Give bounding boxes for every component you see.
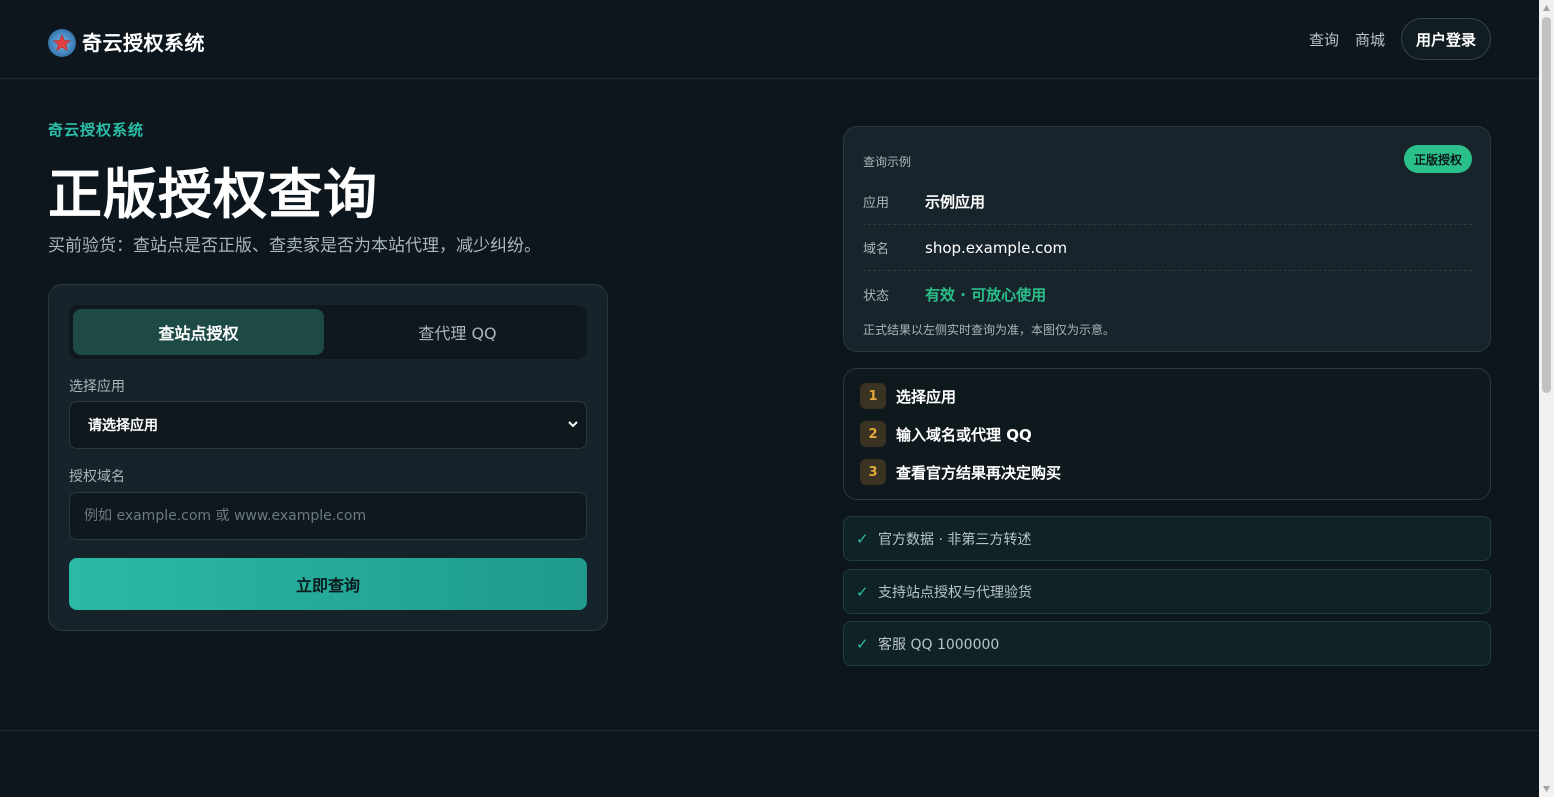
- app-select-value: 请选择应用: [88, 418, 158, 434]
- hero-eyebrow: 奇云授权系统: [48, 121, 145, 139]
- app-select[interactable]: 请选择应用: [69, 401, 587, 449]
- step-text: 查看官方结果再决定购买: [896, 463, 1062, 482]
- scroll-up-arrow-icon[interactable]: [1542, 4, 1551, 12]
- page-scrollbar[interactable]: [1539, 0, 1554, 797]
- example-row-domain: 域名 shop.example.com: [863, 225, 1472, 271]
- login-button[interactable]: 用户登录: [1400, 18, 1491, 60]
- hero-subtitle: 买前验货：查站点是否正版、查卖家是否为本站代理，减少纠纷。: [48, 236, 541, 256]
- feature-text: 官方数据 · 非第三方转述: [878, 531, 1032, 548]
- step-item: 1 选择应用: [860, 383, 956, 409]
- top-nav: 查询 商城 用户登录: [1309, 18, 1491, 60]
- logo-text: 奇云授权系统: [82, 30, 205, 55]
- step-number: 2: [860, 421, 886, 447]
- logo[interactable]: 奇云授权系统: [48, 25, 205, 57]
- step-text: 选择应用: [896, 387, 957, 406]
- query-tabs: 查站点授权 查代理 QQ: [69, 305, 587, 359]
- example-card: 查询示例 正版授权 应用 示例应用 域名 shop.example.com 状态…: [843, 126, 1491, 352]
- feature-item: ✓ 支持站点授权与代理验货: [843, 569, 1491, 614]
- check-icon: ✓: [856, 582, 869, 601]
- step-item: 3 查看官方结果再决定购买: [860, 459, 1061, 485]
- example-value: shop.example.com: [925, 238, 1068, 257]
- status-badge: 正版授权: [1403, 145, 1472, 173]
- nav-query-link[interactable]: 查询: [1309, 29, 1339, 50]
- example-key: 应用: [863, 196, 890, 211]
- example-row-status: 状态 有效 · 可放心使用: [863, 271, 1472, 317]
- step-text: 输入域名或代理 QQ: [896, 425, 1032, 444]
- step-number: 1: [860, 383, 886, 409]
- page: 奇云授权系统 查询 商城 用户登录 奇云授权系统 正版授权查询 买前验货：查站点…: [0, 0, 1539, 797]
- feature-item: ✓ 客服 QQ 1000000: [843, 621, 1491, 666]
- app-select-label: 选择应用: [69, 379, 125, 395]
- steps-card: 1 选择应用 2 输入域名或代理 QQ 3 查看官方结果再决定购买: [843, 368, 1491, 500]
- example-note: 正式结果以左侧实时查询为准，本图仅为示意。: [863, 323, 1116, 337]
- page-title: 正版授权查询: [48, 163, 378, 226]
- scroll-down-arrow-icon[interactable]: [1542, 785, 1551, 793]
- scrollbar-thumb[interactable]: [1542, 17, 1551, 393]
- nav-shop-link[interactable]: 商城: [1355, 29, 1385, 50]
- example-key: 域名: [863, 242, 890, 257]
- top-header: 奇云授权系统 查询 商城 用户登录: [0, 0, 1539, 79]
- feature-item: ✓ 官方数据 · 非第三方转述: [843, 516, 1491, 561]
- chevron-down-icon: [568, 421, 578, 428]
- star-logo-icon: [48, 29, 76, 57]
- step-number: 3: [860, 459, 886, 485]
- example-status-value: 有效 · 可放心使用: [925, 285, 1047, 304]
- check-icon: ✓: [856, 529, 869, 548]
- example-value: 示例应用: [925, 193, 986, 211]
- footer-divider: [0, 730, 1539, 731]
- feature-text: 支持站点授权与代理验货: [878, 584, 1032, 601]
- domain-input[interactable]: [69, 492, 587, 540]
- domain-label: 授权域名: [69, 469, 125, 485]
- feature-text: 客服 QQ 1000000: [878, 636, 1000, 653]
- step-item: 2 输入域名或代理 QQ: [860, 421, 1032, 447]
- example-heading: 查询示例: [863, 155, 912, 169]
- query-form-card: 查站点授权 查代理 QQ 选择应用 请选择应用 授权域名 立即查询: [48, 284, 608, 631]
- query-submit-button[interactable]: 立即查询: [69, 558, 587, 610]
- example-row-app: 应用 示例应用: [863, 179, 1472, 225]
- example-key: 状态: [863, 288, 890, 304]
- tab-agent-qq[interactable]: 查代理 QQ: [332, 309, 583, 355]
- check-icon: ✓: [856, 634, 869, 653]
- tab-site-auth[interactable]: 查站点授权: [73, 309, 324, 355]
